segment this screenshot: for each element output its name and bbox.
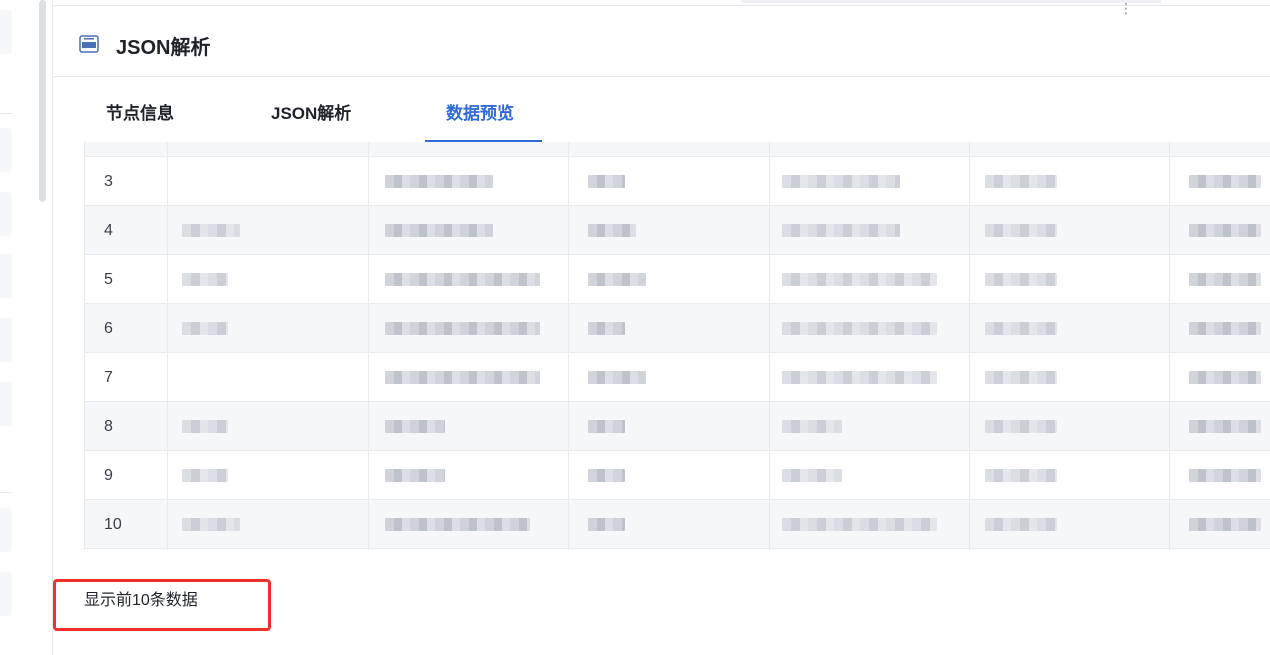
top-bar (53, 0, 1270, 6)
redacted-cell (1189, 469, 1261, 482)
sidebar-edge (0, 0, 53, 655)
sidebar-divider (0, 113, 12, 114)
row-index: 7 (104, 369, 113, 386)
column-divider (368, 142, 369, 550)
redacted-cell (1189, 518, 1261, 531)
redacted-cell (985, 224, 1057, 237)
sidebar-item[interactable] (0, 192, 12, 236)
panel-header: JSON解析 (53, 7, 1270, 77)
redacted-cell (182, 518, 240, 531)
sidebar-scrollbar[interactable] (39, 0, 46, 202)
redacted-cell (985, 322, 1057, 335)
redacted-cell (1189, 371, 1261, 384)
redacted-cell (782, 518, 937, 531)
table-row[interactable]: 4 (85, 206, 1270, 255)
redacted-cell (985, 273, 1057, 286)
redacted-cell (1189, 322, 1261, 335)
sidebar-item[interactable] (0, 508, 12, 552)
redacted-cell (385, 273, 540, 286)
redacted-cell (782, 175, 900, 188)
table-header-row (85, 142, 1270, 157)
tab-data-preview[interactable]: 数据预览 (446, 99, 514, 124)
redacted-cell (1189, 175, 1261, 188)
redacted-cell (1189, 420, 1261, 433)
redacted-cell (385, 224, 493, 237)
row-index: 9 (104, 467, 113, 484)
row-index: 4 (104, 222, 113, 239)
row-index: 5 (104, 271, 113, 288)
sidebar-divider (0, 492, 12, 493)
redacted-cell (385, 322, 540, 335)
table-row[interactable]: 7 (85, 353, 1270, 402)
redacted-cell (588, 175, 625, 188)
redacted-cell (182, 224, 240, 237)
column-divider (769, 142, 770, 550)
sidebar-item[interactable] (0, 10, 12, 54)
sidebar-item[interactable] (0, 572, 12, 616)
table-row[interactable]: 5 (85, 255, 1270, 304)
row-index: 10 (104, 516, 122, 533)
redacted-cell (782, 224, 900, 237)
column-divider (568, 142, 569, 550)
redacted-cell (782, 322, 937, 335)
data-preview-table: 3 4 5 6 7 8 9 10 (84, 142, 1270, 550)
redacted-cell (985, 175, 1057, 188)
redacted-cell (385, 371, 540, 384)
redacted-cell (1189, 224, 1261, 237)
annotation-highlight-box (53, 579, 271, 631)
row-index: 6 (104, 320, 113, 337)
row-index: 8 (104, 418, 113, 435)
redacted-cell (182, 322, 228, 335)
redacted-cell (985, 518, 1057, 531)
redacted-cell (588, 273, 646, 286)
redacted-cell (182, 469, 228, 482)
table-row[interactable]: 6 (85, 304, 1270, 353)
redacted-cell (385, 518, 530, 531)
redacted-cell (985, 371, 1057, 384)
redacted-cell (385, 175, 493, 188)
table-row[interactable]: 9 (85, 451, 1270, 500)
page-title: JSON解析 (116, 37, 211, 59)
sidebar-item[interactable] (0, 382, 12, 426)
redacted-cell (985, 420, 1057, 433)
redacted-cell (782, 469, 842, 482)
redacted-cell (385, 420, 445, 433)
redacted-cell (588, 518, 625, 531)
redacted-cell (588, 371, 646, 384)
redacted-cell (588, 224, 636, 237)
column-divider (167, 142, 168, 550)
redacted-cell (588, 469, 625, 482)
redacted-cell (782, 371, 937, 384)
table-row[interactable]: 3 (85, 157, 1270, 206)
column-divider (969, 142, 970, 550)
top-bar-accent (741, 0, 1161, 3)
table-row[interactable]: 8 (85, 402, 1270, 451)
sidebar-item[interactable] (0, 254, 12, 298)
redacted-cell (1189, 273, 1261, 286)
redacted-cell (182, 273, 228, 286)
redacted-cell (985, 469, 1057, 482)
tab-bar: 节点信息 JSON解析 数据预览 (53, 77, 1270, 143)
sidebar-item[interactable] (0, 128, 12, 172)
table-row[interactable]: 10 (85, 500, 1270, 549)
redacted-cell (782, 273, 937, 286)
row-index: 3 (104, 173, 113, 190)
redacted-cell (782, 420, 842, 433)
tab-json-parse[interactable]: JSON解析 (271, 99, 351, 124)
redacted-cell (588, 322, 625, 335)
redacted-cell (588, 420, 625, 433)
redacted-cell (385, 469, 445, 482)
tab-node-info[interactable]: 节点信息 (106, 99, 174, 124)
sidebar-item[interactable] (0, 318, 12, 362)
json-file-icon (79, 35, 99, 53)
redacted-cell (182, 420, 228, 433)
column-divider (1169, 142, 1170, 550)
